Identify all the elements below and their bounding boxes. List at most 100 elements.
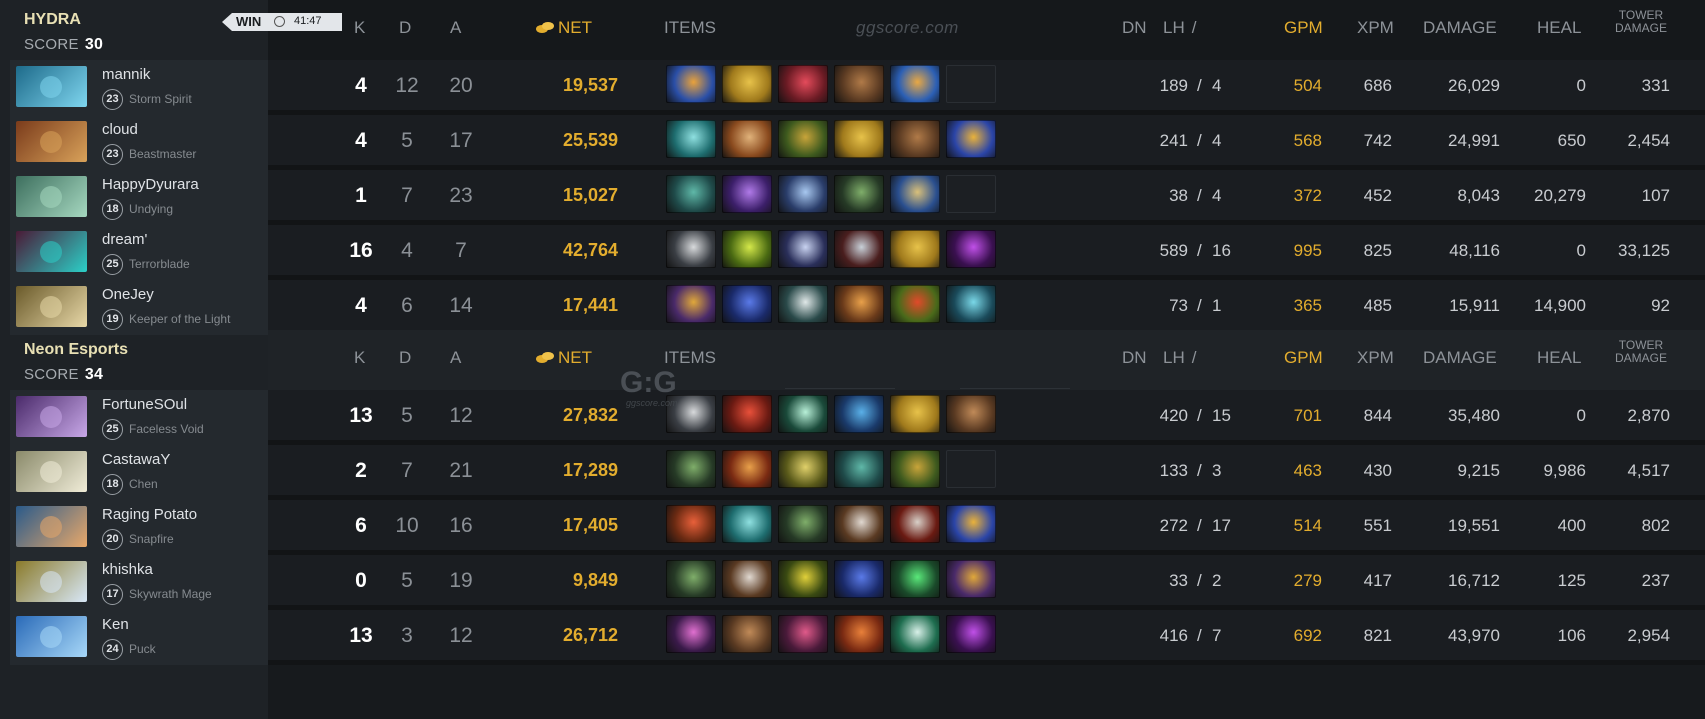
player-stats-row: 13 5 12 27,832 420 / 15 701 844 35,480 0 2,870 xyxy=(268,390,1705,445)
item-icon[interactable] xyxy=(890,65,940,103)
empty-item-slot[interactable] xyxy=(946,175,996,213)
item-icon[interactable] xyxy=(946,505,996,543)
item-icon[interactable] xyxy=(778,65,828,103)
item-icon[interactable] xyxy=(834,450,884,488)
player-card[interactable]: CastawaY 18 Chen xyxy=(10,445,268,500)
item-icon[interactable] xyxy=(666,615,716,653)
item-icon[interactable] xyxy=(722,175,772,213)
header-d: D xyxy=(399,348,412,367)
item-icon[interactable] xyxy=(666,285,716,323)
deaths: 5 xyxy=(401,569,413,592)
player-name[interactable]: Ken xyxy=(102,616,129,633)
hero-name: Keeper of the Light xyxy=(129,312,231,326)
item-icon[interactable] xyxy=(722,450,772,488)
item-icon[interactable] xyxy=(946,395,996,433)
player-card[interactable]: FortuneSOul 25 Faceless Void xyxy=(10,390,268,445)
item-icon[interactable] xyxy=(946,615,996,653)
player-name[interactable]: HappyDyurara xyxy=(102,176,199,193)
item-icon[interactable] xyxy=(722,395,772,433)
item-icon[interactable] xyxy=(778,285,828,323)
item-icon[interactable] xyxy=(834,230,884,268)
player-name[interactable]: cloud xyxy=(102,121,138,138)
item-icon[interactable] xyxy=(722,285,772,323)
player-card[interactable]: Ken 24 Puck xyxy=(10,610,268,665)
header-net-label: NET xyxy=(558,348,592,367)
kills: 16 xyxy=(349,239,373,262)
item-icon[interactable] xyxy=(778,450,828,488)
item-icon[interactable] xyxy=(834,560,884,598)
lh-dn-separator: / xyxy=(1197,406,1202,425)
assists: 12 xyxy=(449,624,473,647)
player-name[interactable]: mannik xyxy=(102,66,150,83)
item-icon[interactable] xyxy=(946,230,996,268)
player-name[interactable]: dream' xyxy=(102,231,147,248)
player-card[interactable]: khishka 17 Skywrath Mage xyxy=(10,555,268,610)
win-badge: WIN 41:47 xyxy=(222,13,342,31)
item-icon[interactable] xyxy=(946,560,996,598)
item-icon[interactable] xyxy=(890,285,940,323)
item-icon[interactable] xyxy=(722,615,772,653)
item-icon[interactable] xyxy=(778,175,828,213)
player-card[interactable]: Raging Potato 20 Snapfire xyxy=(10,500,268,555)
player-stats-row: 0 5 19 9,849 33 / 2 279 417 16,712 125 237 xyxy=(268,555,1705,610)
item-icon[interactable] xyxy=(666,230,716,268)
item-icon[interactable] xyxy=(778,395,828,433)
item-icon[interactable] xyxy=(778,505,828,543)
item-icon[interactable] xyxy=(778,230,828,268)
header-a: A xyxy=(450,348,462,367)
item-icon[interactable] xyxy=(722,560,772,598)
heal-value: 650 xyxy=(1557,131,1586,150)
player-name[interactable]: OneJey xyxy=(102,286,154,303)
item-icon[interactable] xyxy=(666,175,716,213)
item-icon[interactable] xyxy=(946,120,996,158)
header-dn: DN xyxy=(1122,348,1147,367)
item-icon[interactable] xyxy=(722,120,772,158)
hero-name: Chen xyxy=(129,477,158,491)
player-card[interactable]: cloud 23 Beastmaster xyxy=(10,115,268,170)
item-icon[interactable] xyxy=(834,505,884,543)
lh-dn-separator: / xyxy=(1197,461,1202,480)
item-icon[interactable] xyxy=(890,615,940,653)
player-name[interactable]: FortuneSOul xyxy=(102,396,187,413)
item-icon[interactable] xyxy=(890,505,940,543)
item-icon[interactable] xyxy=(722,505,772,543)
deaths: 4 xyxy=(401,239,413,262)
player-card[interactable]: OneJey 19 Keeper of the Light xyxy=(10,280,268,335)
item-icon[interactable] xyxy=(890,395,940,433)
player-name[interactable]: Raging Potato xyxy=(102,506,197,523)
item-icon[interactable] xyxy=(666,450,716,488)
score-value: 34 xyxy=(84,366,104,383)
item-icon[interactable] xyxy=(890,230,940,268)
item-icon[interactable] xyxy=(834,120,884,158)
lh-dn-separator: / xyxy=(1197,76,1202,95)
item-icon[interactable] xyxy=(834,615,884,653)
item-icon[interactable] xyxy=(834,285,884,323)
item-icon[interactable] xyxy=(722,230,772,268)
item-icon[interactable] xyxy=(834,175,884,213)
player-card[interactable]: dream' 25 Terrorblade xyxy=(10,225,268,280)
item-icon[interactable] xyxy=(778,120,828,158)
item-icon[interactable] xyxy=(834,65,884,103)
item-icon[interactable] xyxy=(890,120,940,158)
kills: 4 xyxy=(355,129,367,152)
empty-item-slot[interactable] xyxy=(946,65,996,103)
item-icon[interactable] xyxy=(834,395,884,433)
item-icon[interactable] xyxy=(890,450,940,488)
heal-value: 125 xyxy=(1557,571,1586,590)
empty-item-slot[interactable] xyxy=(946,450,996,488)
item-icon[interactable] xyxy=(946,285,996,323)
denies: 17 xyxy=(1212,516,1231,535)
item-icon[interactable] xyxy=(666,120,716,158)
item-icon[interactable] xyxy=(890,175,940,213)
item-icon[interactable] xyxy=(666,560,716,598)
item-icon[interactable] xyxy=(778,560,828,598)
item-icon[interactable] xyxy=(722,65,772,103)
player-name[interactable]: CastawaY xyxy=(102,451,170,468)
item-icon[interactable] xyxy=(666,505,716,543)
item-icon[interactable] xyxy=(890,560,940,598)
player-card[interactable]: HappyDyurara 18 Undying xyxy=(10,170,268,225)
player-name[interactable]: khishka xyxy=(102,561,153,578)
item-icon[interactable] xyxy=(778,615,828,653)
item-icon[interactable] xyxy=(666,65,716,103)
player-card[interactable]: mannik 23 Storm Spirit xyxy=(10,60,268,115)
